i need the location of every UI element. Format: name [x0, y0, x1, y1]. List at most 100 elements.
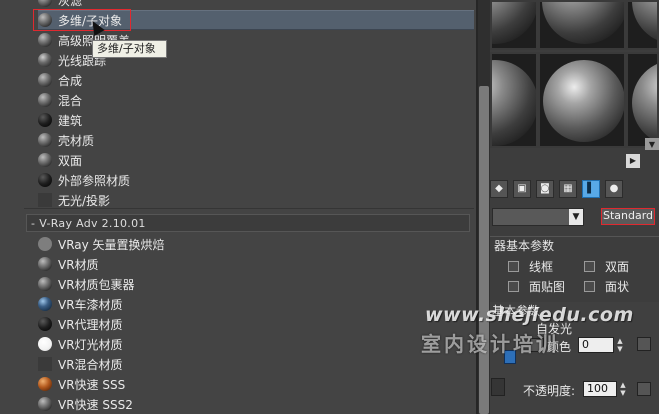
- material-sphere-icon: [38, 53, 52, 67]
- material-label: 灰滤: [58, 0, 83, 8]
- material-list-item[interactable]: 合成: [38, 70, 474, 90]
- vray-group-header[interactable]: - V-Ray Adv 2.10.01: [26, 214, 470, 232]
- material-label: VR快速 SSS2: [58, 397, 133, 412]
- sample-slot-3[interactable]: [626, 0, 659, 50]
- group-divider: [24, 208, 474, 209]
- material-sphere-icon: [38, 257, 52, 271]
- material-label: VR快速 SSS: [58, 377, 126, 392]
- material-sphere-icon: [38, 0, 52, 7]
- material-label: VR混合材质: [58, 357, 123, 372]
- material-label: 建筑: [58, 113, 83, 128]
- material-label: VR灯光材质: [58, 337, 123, 352]
- material-label: VR车漆材质: [58, 297, 123, 312]
- material-type-button[interactable]: Standard: [601, 208, 655, 225]
- spinner-arrows-icon[interactable]: ▲ ▼: [619, 381, 627, 397]
- wire-label: 线框: [529, 260, 554, 274]
- material-list-item[interactable]: 壳材质: [38, 130, 474, 150]
- material-sphere-icon: [38, 337, 52, 351]
- material-list-item[interactable]: VR代理材质: [38, 314, 474, 334]
- basic-params-rollout-title[interactable]: 器基本参数: [490, 236, 659, 254]
- material-sphere-icon: [38, 357, 52, 371]
- material-sphere-icon: [38, 397, 52, 411]
- faceted-label: 面状: [605, 280, 630, 294]
- material-list-item[interactable]: 灰滤: [38, 0, 474, 10]
- watermark-url: www.shejiedu.com: [425, 304, 634, 326]
- material-list-item[interactable]: VR车漆材质: [38, 294, 474, 314]
- face-map-checkbox[interactable]: [508, 281, 519, 292]
- material-label: 混合: [58, 93, 83, 108]
- sample-slot-4[interactable]: [490, 52, 538, 148]
- material-label: 壳材质: [58, 133, 95, 148]
- material-sphere-icon: [38, 317, 52, 331]
- watermark-text: 室内设计培训: [421, 332, 559, 356]
- material-browser: 灰滤多维/子对象高级照明覆盖光线跟踪合成混合建筑壳材质双面外部参照材质无光/投影…: [0, 0, 478, 414]
- scroll-down-icon[interactable]: ▼: [645, 138, 659, 150]
- collapse-dash-icon: -: [31, 216, 36, 230]
- material-label: VR代理材质: [58, 317, 123, 332]
- material-sphere-icon: [38, 237, 52, 251]
- two-sided-checkbox-row[interactable]: 双面: [584, 258, 629, 275]
- show-map-icon[interactable]: ◙: [536, 180, 554, 198]
- material-effects-icon[interactable]: ◆: [490, 180, 508, 198]
- chevron-down-icon: ▼: [569, 209, 583, 225]
- material-label: 无光/投影: [58, 193, 111, 208]
- browser-scrollbar-thumb[interactable]: [479, 86, 489, 414]
- faceted-checkbox-row[interactable]: 面状: [584, 278, 629, 295]
- material-list-item[interactable]: VR快速 SSS: [38, 374, 474, 394]
- sample-slot-5[interactable]: [538, 52, 626, 148]
- material-label: VR材质: [58, 257, 99, 272]
- two-sided-checkbox[interactable]: [584, 261, 595, 272]
- material-list-item[interactable]: VR材质: [38, 254, 474, 274]
- sample-sphere: [632, 60, 657, 146]
- specular-color-swatch[interactable]: [491, 378, 505, 396]
- backlight-icon[interactable]: ▌: [582, 180, 600, 198]
- self-illum-color-spinner[interactable]: 0: [578, 337, 614, 353]
- material-list-item[interactable]: VR快速 SSS2: [38, 394, 474, 414]
- material-list-item[interactable]: VR灯光材质: [38, 334, 474, 354]
- material-sphere-icon: [38, 297, 52, 311]
- put-to-library-icon[interactable]: ▣: [513, 180, 531, 198]
- material-list-item[interactable]: VR混合材质: [38, 354, 474, 374]
- sample-uv-icon[interactable]: ●: [605, 180, 623, 198]
- material-sphere-icon: [38, 153, 52, 167]
- material-list-item[interactable]: 无光/投影: [38, 190, 474, 210]
- wire-checkbox-row[interactable]: 线框: [508, 258, 553, 275]
- material-label: VRay 矢量置换烘焙: [58, 237, 165, 252]
- material-sphere-icon: [38, 277, 52, 291]
- tooltip: 多维/子对象: [92, 40, 167, 58]
- material-list-item[interactable]: VRay 矢量置换烘焙: [38, 234, 474, 254]
- faceted-checkbox[interactable]: [584, 281, 595, 292]
- editor-toolbar: ◆ ▣ ◙ ▦ ▌ ●: [490, 178, 659, 200]
- material-label: 双面: [58, 153, 83, 168]
- material-list-item[interactable]: 双面: [38, 150, 474, 170]
- material-sphere-icon: [38, 193, 52, 207]
- material-list-item[interactable]: 外部参照材质: [38, 170, 474, 190]
- sample-sphere: [492, 2, 536, 44]
- material-sphere-icon: [38, 173, 52, 187]
- material-list-item[interactable]: 混合: [38, 90, 474, 110]
- material-sphere-icon: [38, 13, 52, 27]
- scroll-right-icon[interactable]: ▶: [626, 154, 640, 168]
- checker-background-icon[interactable]: ▦: [559, 180, 577, 198]
- sample-sphere: [632, 2, 657, 44]
- material-list-item[interactable]: VR材质包裹器: [38, 274, 474, 294]
- opacity-spinner[interactable]: 100: [583, 381, 617, 397]
- two-sided-label: 双面: [605, 260, 630, 274]
- self-illum-map-button[interactable]: [637, 337, 651, 351]
- face-map-checkbox-row[interactable]: 面贴图: [508, 278, 565, 295]
- face-map-label: 面贴图: [529, 280, 566, 294]
- material-sphere-icon: [38, 133, 52, 147]
- opacity-map-button[interactable]: [637, 382, 651, 396]
- sample-slot-1[interactable]: [490, 0, 538, 50]
- material-label: 合成: [58, 73, 83, 88]
- spinner-arrows-icon[interactable]: ▲ ▼: [616, 337, 624, 353]
- material-sphere-icon: [38, 33, 52, 47]
- material-name-dropdown[interactable]: ▼: [492, 208, 584, 226]
- material-sphere-icon: [38, 113, 52, 127]
- material-sphere-icon: [38, 377, 52, 391]
- material-list-item[interactable]: 建筑: [38, 110, 474, 130]
- sample-slot-2[interactable]: [538, 0, 626, 50]
- sample-slot-6[interactable]: [626, 52, 659, 148]
- wire-checkbox[interactable]: [508, 261, 519, 272]
- material-sphere-icon: [38, 93, 52, 107]
